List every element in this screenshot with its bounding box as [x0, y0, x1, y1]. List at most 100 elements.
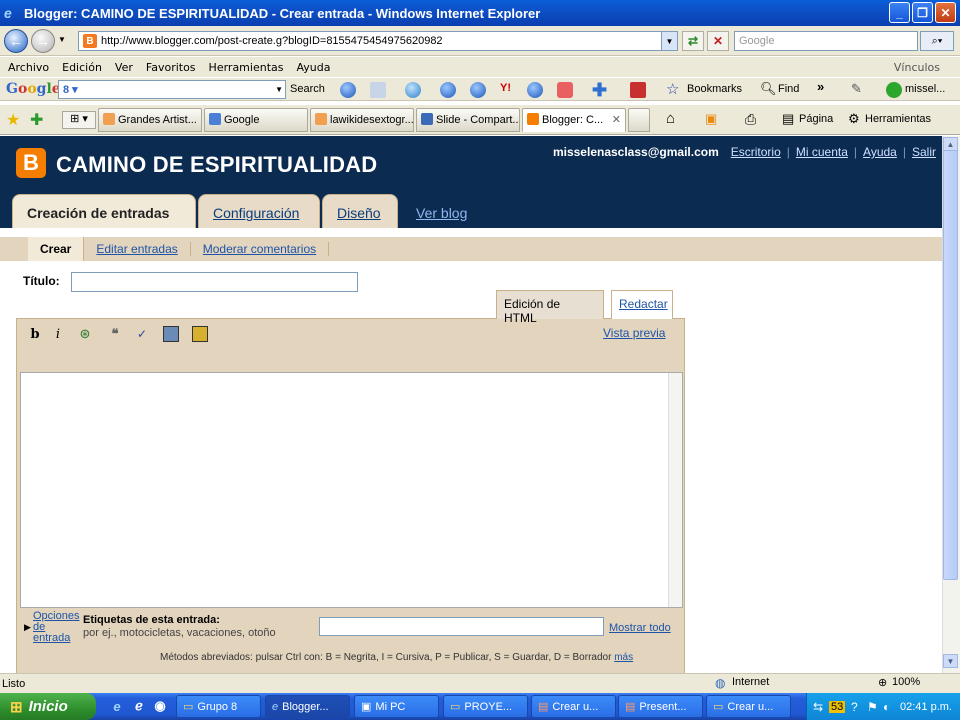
image-icon[interactable]: [163, 326, 179, 342]
network-icon[interactable]: ⇆: [813, 700, 823, 714]
history-dropdown-icon[interactable]: ▼: [58, 35, 66, 44]
taskbar-button[interactable]: e Blogger...: [265, 695, 350, 718]
flag-tray-icon[interactable]: ⚑: [867, 700, 878, 714]
globe-icon[interactable]: [340, 82, 356, 98]
browser-tab[interactable]: Grandes Artist...: [98, 108, 202, 132]
back-button[interactable]: ←: [4, 29, 28, 53]
feeds-icon[interactable]: ▣: [705, 111, 717, 127]
close-tab-icon[interactable]: ✕: [612, 113, 621, 126]
show-all-link[interactable]: Mostrar todo: [609, 622, 671, 634]
stop-button[interactable]: ✕: [707, 31, 729, 51]
tools-menu[interactable]: Herramientas: [865, 113, 931, 125]
blogger-logo-icon[interactable]: B: [16, 148, 46, 178]
post-options-link[interactable]: Opciones de entrada: [33, 611, 81, 644]
post-body-textarea[interactable]: [20, 372, 683, 608]
browser-tab-active[interactable]: Blogger: C... ✕: [522, 108, 626, 132]
blockquote-icon[interactable]: ❝: [107, 326, 123, 342]
subnav-edit-posts[interactable]: Editar entradas: [84, 242, 191, 256]
my-account-link[interactable]: Mi cuenta: [796, 145, 848, 159]
ie-quicklaunch-icon[interactable]: ℯ: [130, 697, 148, 715]
taskbar-button[interactable]: ▭ Crear u...: [706, 695, 791, 718]
plus-icon[interactable]: ✚: [592, 80, 607, 101]
google-logo[interactable]: Google: [6, 81, 61, 97]
search-input[interactable]: Google: [734, 31, 918, 51]
start-button[interactable]: ⊞ Inicio: [0, 693, 96, 720]
spam-icon[interactable]: [557, 82, 573, 98]
maximize-button[interactable]: ❐: [912, 2, 933, 23]
tab-posting[interactable]: Creación de entradas: [12, 194, 196, 228]
subnav-moderate-comments[interactable]: Moderar comentarios: [191, 242, 330, 256]
menu-favoritos[interactable]: Favoritos: [146, 61, 196, 74]
scroll-up-icon[interactable]: ▲: [943, 137, 958, 151]
title-input[interactable]: [71, 272, 358, 292]
menu-herramientas[interactable]: Herramientas: [209, 61, 284, 74]
tags-input[interactable]: [319, 617, 604, 636]
menu-archivo[interactable]: Archivo: [8, 61, 49, 74]
subnav-create[interactable]: Crear: [28, 237, 85, 261]
preview-link[interactable]: Vista previa: [603, 326, 665, 340]
scroll-down-icon[interactable]: ▼: [943, 654, 958, 668]
bold-icon[interactable]: b: [27, 326, 43, 342]
more-shortcuts-link[interactable]: más: [614, 652, 633, 663]
refresh-button[interactable]: ⇄: [682, 31, 704, 51]
google-search-input[interactable]: 8 ▾ ▼: [58, 80, 286, 99]
page-icon[interactable]: [370, 82, 386, 98]
taskbar-button[interactable]: ▭ Grupo 8: [176, 695, 261, 718]
links-label[interactable]: Vínculos: [894, 61, 940, 74]
view-blog-link[interactable]: Ver blog: [416, 205, 467, 221]
print-icon[interactable]: ⎙: [745, 111, 756, 128]
tray-app-icon[interactable]: 53: [829, 700, 846, 713]
tab-layout[interactable]: Diseño: [322, 194, 398, 228]
taskbar-button[interactable]: ▤ Crear u...: [531, 695, 616, 718]
wrench-icon[interactable]: ✎: [851, 81, 862, 97]
help-tray-icon[interactable]: ?: [851, 700, 858, 714]
new-tab-button[interactable]: [628, 108, 650, 132]
taskbar-button[interactable]: ▤ Present...: [618, 695, 703, 718]
globe-icon[interactable]: [470, 82, 486, 98]
dashboard-link[interactable]: Escritorio: [731, 145, 781, 159]
favorites-star-icon[interactable]: ★: [6, 110, 20, 130]
globe-icon[interactable]: [527, 82, 543, 98]
menu-ver[interactable]: Ver: [115, 61, 133, 74]
menu-edicion[interactable]: Edición: [62, 61, 102, 74]
close-button[interactable]: ✕: [935, 2, 956, 23]
address-input[interactable]: B http://www.blogger.com/post-create.g?b…: [78, 31, 678, 51]
menu-ayuda[interactable]: Ayuda: [296, 61, 330, 74]
find-button[interactable]: Find: [778, 83, 799, 95]
video-icon[interactable]: [192, 326, 208, 342]
google-search-label[interactable]: Search: [290, 83, 325, 95]
bookmarks-button[interactable]: Bookmarks: [687, 83, 742, 95]
find-icon[interactable]: 🔍︎: [760, 81, 777, 97]
blocker-icon[interactable]: [630, 82, 646, 98]
scrollbar-thumb[interactable]: [943, 150, 958, 580]
clock[interactable]: 02:41 p.m.: [900, 701, 952, 713]
address-dropdown-icon[interactable]: ▼: [661, 32, 677, 50]
user-menu[interactable]: missel...: [905, 83, 945, 95]
search-button[interactable]: ⌕▾: [920, 31, 954, 51]
add-favorite-icon[interactable]: ✚: [30, 110, 43, 130]
editor-scrollbar[interactable]: [668, 373, 682, 607]
page-menu[interactable]: Página: [799, 113, 833, 125]
spellcheck-icon[interactable]: ✓: [134, 326, 150, 342]
link-icon[interactable]: ⊛: [77, 326, 93, 342]
yahoo-icon[interactable]: Y!: [500, 82, 511, 94]
quick-tabs-icon[interactable]: ⊞ ▾: [62, 111, 96, 129]
more-chevron-icon[interactable]: »: [817, 79, 824, 94]
sign-out-link[interactable]: Salir: [912, 145, 936, 159]
home-icon[interactable]: ⌂: [666, 110, 675, 127]
tab-compose[interactable]: Redactar: [611, 290, 673, 319]
tab-settings[interactable]: Configuración: [198, 194, 320, 228]
taskbar-button[interactable]: ▣ Mi PC: [354, 695, 439, 718]
media-player-icon[interactable]: ◉: [151, 697, 169, 715]
speaker-icon[interactable]: ◐: [883, 700, 890, 714]
italic-icon[interactable]: i: [50, 326, 66, 342]
globe-icon[interactable]: [440, 82, 456, 98]
tab-edit-html[interactable]: Edición de HTML: [496, 290, 604, 325]
taskbar-button[interactable]: ▭ PROYE...: [443, 695, 528, 718]
star-icon[interactable]: ☆: [666, 80, 679, 98]
browser-tab[interactable]: Google: [204, 108, 308, 132]
help-link[interactable]: Ayuda: [863, 145, 897, 159]
ie-quicklaunch-icon[interactable]: e: [108, 697, 126, 715]
google-dropdown-icon[interactable]: ▼: [275, 85, 283, 94]
forward-button[interactable]: →: [31, 29, 55, 53]
